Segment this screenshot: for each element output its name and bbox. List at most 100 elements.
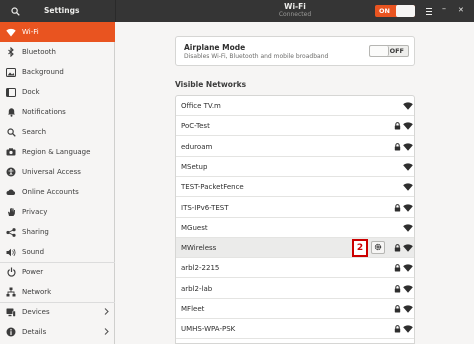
network-name: ITS-IPv6-TEST: [181, 203, 229, 212]
camera-icon: [6, 147, 16, 157]
minimize-button[interactable]: –: [442, 4, 446, 13]
sidebar-item-label: Background: [22, 68, 64, 76]
sidebar-item-network[interactable]: Network: [0, 282, 115, 302]
airplane-mode-title: Airplane Mode: [184, 43, 246, 52]
sidebar: Wi-Fi Bluetooth Background Dock Notification…: [0, 22, 115, 344]
sidebar-item-label: Notifications: [22, 108, 66, 116]
sidebar-item-label: Network: [22, 288, 52, 296]
sidebar-item-privacy[interactable]: Privacy: [0, 202, 115, 222]
sidebar-item-devices[interactable]: Devices: [0, 302, 115, 322]
network-settings-button[interactable]: [371, 241, 385, 255]
menu-icon[interactable]: [424, 6, 434, 16]
network-row[interactable]: MGuest: [176, 218, 414, 238]
sidebar-item-label: Sharing: [22, 228, 49, 236]
wifi-icon: [6, 27, 16, 37]
network-row[interactable]: MWireless 2: [176, 238, 414, 259]
power-icon: [6, 267, 16, 277]
share-icon: [6, 227, 16, 237]
wifi-signal-icon: [403, 325, 413, 334]
wifi-toggle[interactable]: ON: [375, 5, 415, 17]
network-row[interactable]: MSetup: [176, 157, 414, 177]
network-name: TEST-PacketFence: [181, 183, 244, 192]
network-row[interactable]: arbl2-2215: [176, 258, 414, 279]
network-name: MGuest: [181, 223, 208, 232]
close-button[interactable]: ✕: [458, 6, 464, 14]
sidebar-item-notifications[interactable]: Notifications: [0, 102, 115, 122]
bluetooth-icon: [6, 47, 16, 57]
network-list: Office TV.m PoC-Test eduroam MSetup TEST-Pac…: [175, 95, 415, 344]
sidebar-item-label: Search: [22, 128, 47, 136]
wifi-signal-icon: [403, 143, 413, 151]
network-row[interactable]: PoC-Test: [176, 116, 414, 137]
network-name: PoC-Test: [181, 122, 210, 131]
hand-icon: [6, 207, 16, 217]
network-row[interactable]: MFleet: [176, 299, 414, 319]
background-icon: [6, 67, 16, 77]
sidebar-item-label: Sound: [22, 248, 45, 256]
sidebar-item-universal-access[interactable]: Universal Access: [0, 162, 115, 182]
lock-icon: [394, 284, 401, 293]
network-name: arbl2-2215: [181, 264, 220, 273]
sidebar-item-region-language[interactable]: Region & Language: [0, 142, 115, 162]
sidebar-item-wi-fi[interactable]: Wi-Fi: [0, 22, 115, 42]
cloud-icon: [6, 187, 16, 197]
sidebar-item-label: Dock: [22, 88, 40, 96]
search-icon[interactable]: [8, 4, 22, 18]
network-name: MSetup: [181, 162, 208, 171]
network-row[interactable]: ITS-IPv6-TEST: [176, 198, 414, 218]
lock-icon: [394, 325, 401, 333]
sidebar-item-sound[interactable]: Sound: [0, 242, 115, 262]
sidebar-item-background[interactable]: Background: [0, 62, 115, 82]
network-name: MFleet: [181, 305, 205, 313]
panel-title: Wi-Fi: [284, 2, 306, 11]
wifi-signal-icon: [403, 102, 413, 110]
sidebar-item-label: Privacy: [22, 208, 48, 216]
chevron-right-icon: [104, 308, 109, 317]
sidebar-item-online-accounts[interactable]: Online Accounts: [0, 182, 115, 202]
network-row[interactable]: eduroam: [176, 137, 414, 157]
lock-icon: [394, 264, 401, 272]
dock-icon: [6, 87, 16, 97]
airplane-mode-toggle[interactable]: OFF: [369, 45, 409, 57]
sidebar-item-sharing[interactable]: Sharing: [0, 222, 115, 242]
sidebar-item-label: Power: [22, 268, 44, 276]
sidebar-item-bluetooth[interactable]: Bluetooth: [0, 42, 115, 62]
scrollbar[interactable]: [470, 22, 474, 344]
panel-subtitle: Connected: [278, 11, 312, 18]
network-row[interactable]: arbl2-lab: [176, 279, 414, 299]
sidebar-item-label: Universal Access: [22, 168, 81, 176]
wifi-signal-icon: [403, 203, 413, 212]
lock-icon: [394, 203, 401, 212]
sidebar-item-power[interactable]: Power: [0, 262, 115, 282]
network-row[interactable]: TEST-PacketFence: [176, 177, 414, 198]
network-row[interactable]: Office TV.m: [176, 96, 414, 116]
lock-icon: [394, 122, 401, 130]
network-name: UMHS-WPA-PSK: [181, 325, 236, 334]
panel-title-block: Wi-Fi Connected: [200, 2, 390, 19]
visible-networks-heading: Visible Networks: [175, 80, 247, 89]
sidebar-item-label: Wi-Fi: [22, 28, 39, 36]
network-name: MWireless: [181, 244, 217, 253]
sidebar-item-details[interactable]: Details: [0, 322, 115, 342]
chevron-right-icon: [104, 328, 109, 337]
network-name: eduroam: [181, 142, 213, 151]
details-icon: [6, 327, 16, 337]
devices-icon: [6, 307, 16, 317]
bell-icon: [6, 107, 16, 117]
network-row[interactable]: UMHS-WPA-PSK: [176, 319, 414, 340]
lock-icon: [394, 305, 401, 313]
search-icon: [6, 127, 16, 137]
network-icon: [6, 287, 16, 297]
wifi-toggle-label: ON: [379, 7, 390, 15]
wifi-signal-icon: [403, 264, 413, 273]
sidebar-item-dock[interactable]: Dock: [0, 82, 115, 102]
header-divider: [115, 0, 116, 22]
sidebar-item-search[interactable]: Search: [0, 122, 115, 142]
sidebar-item-label: Devices: [22, 308, 50, 316]
wifi-signal-icon: [403, 305, 413, 313]
airplane-mode-description: Disables Wi-Fi, Bluetooth and mobile bro…: [184, 53, 329, 60]
sidebar-item-label: Online Accounts: [22, 188, 79, 196]
wifi-signal-icon: [403, 163, 413, 171]
gear-icon: [374, 243, 382, 253]
network-name: arbl2-lab: [181, 284, 213, 293]
